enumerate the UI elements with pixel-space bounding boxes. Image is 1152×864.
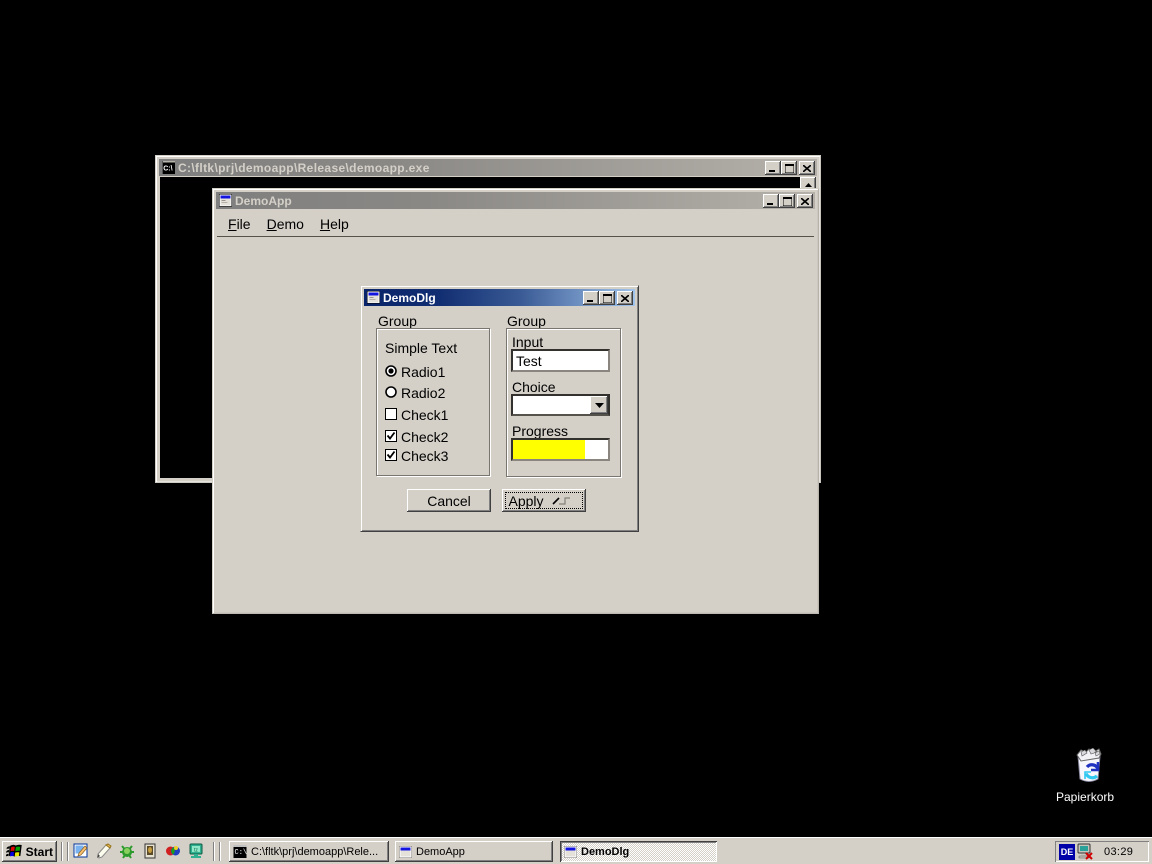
svg-text:tz: tz xyxy=(194,848,198,854)
svg-text:C:\: C:\ xyxy=(235,849,248,857)
svg-text:C:\: C:\ xyxy=(163,166,172,173)
